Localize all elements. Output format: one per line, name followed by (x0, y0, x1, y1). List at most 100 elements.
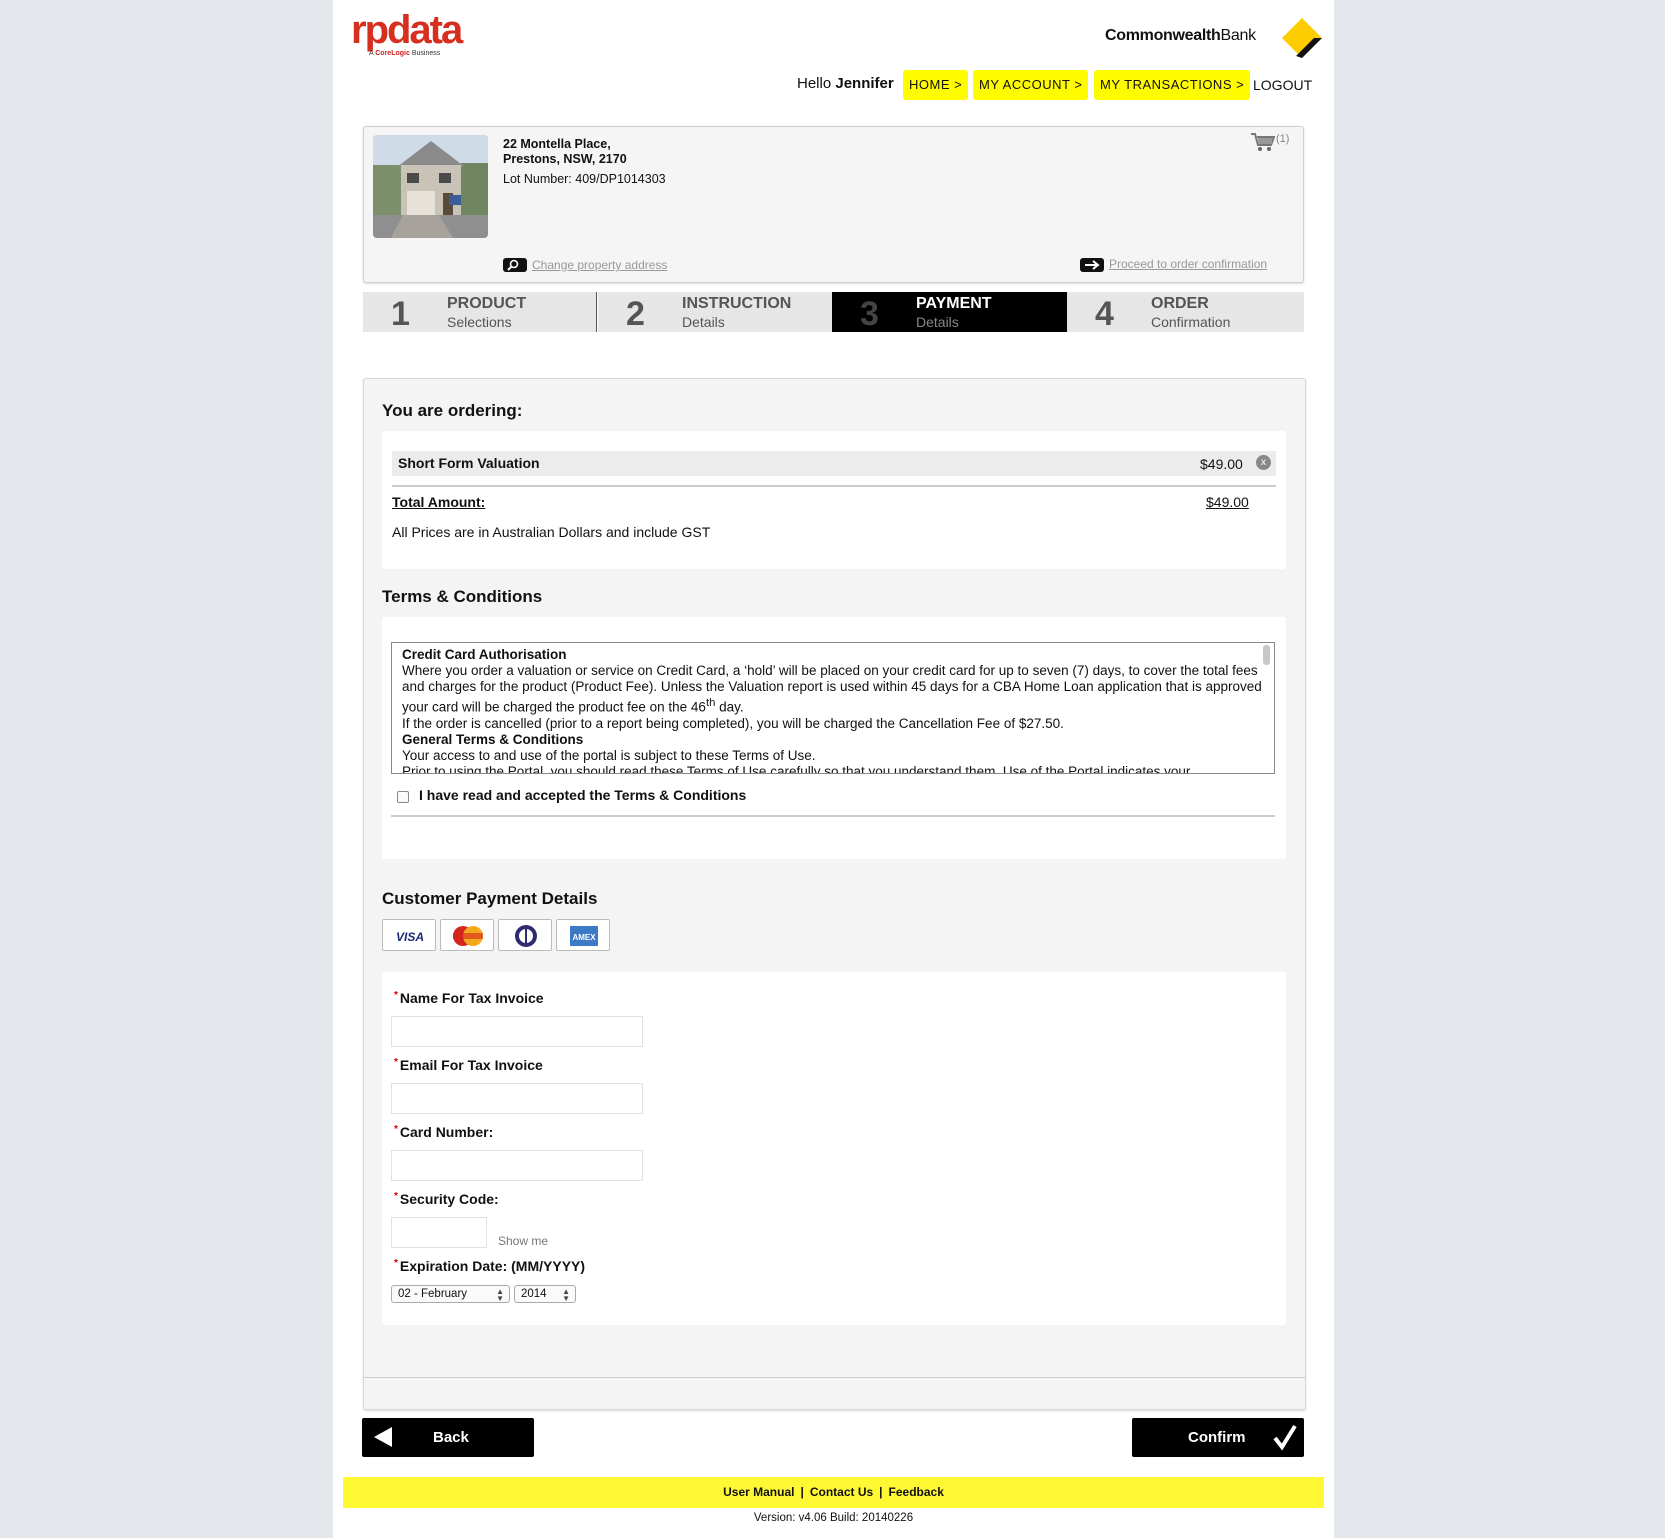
step-subtitle: Selections (447, 314, 512, 330)
general-terms-heading: General Terms & Conditions (402, 731, 584, 747)
label-text: Name For Tax Invoice (399, 990, 544, 1006)
select-arrows-icon: ▲ ▼ (562, 1287, 570, 1303)
nav-my-account-button[interactable]: MY ACCOUNT > (973, 70, 1089, 100)
general-terms-text-2: Prior to using the Portal, you should re… (402, 763, 1191, 774)
terms-scroll-box[interactable]: Credit Card Authorisation Where you orde… (391, 642, 1275, 774)
step-title: PRODUCT (447, 295, 527, 312)
name-for-tax-invoice-input[interactable] (391, 1016, 643, 1047)
property-panel: 22 Montella Place, Prestons, NSW, 2170 L… (363, 126, 1304, 283)
order-item-row: Short Form Valuation $49.00 x (392, 451, 1276, 476)
order-item-price: $49.00 (1200, 456, 1243, 472)
property-lot-number: Lot Number: 409/DP1014303 (503, 172, 666, 186)
property-address-line1: 22 Montella Place, (503, 137, 611, 151)
card-number-input[interactable] (391, 1150, 643, 1181)
nav-my-transactions-button[interactable]: MY TRANSACTIONS > (1094, 70, 1251, 100)
logout-link[interactable]: LOGOUT (1253, 77, 1312, 93)
general-terms-text-1: Your access to and use of the portal is … (402, 747, 816, 763)
cc-text-part2: day. (715, 699, 744, 715)
version-info: Version: v4.06 Build: 20140226 (753, 1512, 914, 1524)
cart-count: (1) (1276, 133, 1290, 145)
email-for-tax-invoice-input[interactable] (391, 1083, 643, 1114)
step-order-confirmation: 4 ORDER Confirmation (1067, 292, 1304, 333)
required-marker: * (394, 1258, 398, 1269)
required-marker: * (394, 990, 398, 1001)
total-amount-value: $49.00 (1206, 494, 1249, 510)
expiry-year-value: 2014 (521, 1288, 547, 1300)
mastercard-icon[interactable] (440, 919, 494, 951)
step-title: INSTRUCTION (682, 295, 792, 312)
bank-name-light: Bank (1220, 27, 1257, 44)
show-me-link[interactable]: Show me (498, 1234, 548, 1248)
payment-form: * Name For Tax Invoice * Email For Tax Inv… (382, 972, 1286, 1325)
cc-authorisation-text: Where you order a valuation or service o… (402, 663, 1264, 716)
step-number: 2 (626, 295, 645, 333)
accept-terms-label[interactable]: I have read and accepted the Terms & Con… (419, 787, 746, 803)
bank-name-bold: Commonwealth (1105, 27, 1221, 44)
select-arrows-icon: ▲ ▼ (496, 1287, 504, 1303)
label-text: Security Code: (399, 1191, 499, 1207)
payment-panel: You are ordering: Short Form Valuation $… (363, 378, 1306, 1410)
label-text: Card Number: (399, 1124, 494, 1140)
terms-section: Credit Card Authorisation Where you orde… (382, 617, 1286, 859)
step-number: 4 (1095, 295, 1114, 333)
step-title: ORDER (1151, 295, 1209, 312)
step-number: 1 (391, 295, 410, 333)
expiry-year-select[interactable]: 2014 ▲ ▼ (514, 1285, 576, 1303)
step-subtitle: Details (916, 314, 959, 330)
required-marker: * (394, 1057, 398, 1068)
remove-item-icon[interactable]: x (1256, 455, 1271, 470)
payment-details-heading: Customer Payment Details (382, 889, 598, 908)
proceed-to-order-confirmation-link[interactable]: Proceed to order confirmation (1109, 257, 1267, 271)
label-text: Expiration Date: (MM/YYYY) (399, 1258, 586, 1274)
step-number: 3 (860, 295, 879, 333)
tagline-prefix: A (369, 50, 374, 57)
feedback-link[interactable]: Feedback (889, 1485, 944, 1499)
greeting: Hello Jennifer (797, 75, 894, 92)
change-property-address-link[interactable]: Change property address (532, 258, 667, 272)
prices-note: All Prices are in Australian Dollars and… (392, 524, 711, 540)
step-payment-details-active: 3 PAYMENT Details (832, 292, 1067, 333)
greeting-text: Hello (797, 75, 832, 92)
security-code-input[interactable] (391, 1217, 487, 1248)
expiration-date-label: * Expiration Date: (MM/YYYY) (394, 1258, 585, 1274)
arrow-left-icon (374, 1427, 392, 1447)
back-button[interactable]: Back (362, 1418, 534, 1457)
required-marker: * (394, 1191, 398, 1202)
arrow-right-icon[interactable] (1080, 258, 1104, 272)
rpdata-logo[interactable]: rpdata (351, 10, 463, 50)
user-manual-link[interactable]: User Manual (723, 1485, 794, 1499)
amex-card-icon[interactable]: AMEX (556, 919, 610, 951)
footer-separator: | (800, 1485, 804, 1499)
diners-club-icon[interactable] (498, 919, 552, 951)
name-for-tax-invoice-label: * Name For Tax Invoice (394, 990, 544, 1006)
footer-separator: | (879, 1485, 883, 1499)
email-for-tax-invoice-label: * Email For Tax Invoice (394, 1057, 543, 1073)
svg-text:VISA: VISA (396, 930, 424, 944)
scrollbar-thumb[interactable] (1263, 645, 1270, 665)
cancellation-text: If the order is cancelled (prior to a re… (402, 715, 1064, 731)
accept-terms-checkbox[interactable] (397, 791, 409, 803)
search-icon[interactable] (503, 258, 527, 272)
corelogic-tagline: A CoreLogic Business (369, 50, 440, 57)
step-subtitle: Details (682, 314, 725, 330)
property-photo (373, 135, 488, 238)
footer-links: User Manual | Contact Us | Feedback (343, 1477, 1324, 1508)
divider (391, 815, 1275, 817)
nav-home-button[interactable]: HOME > (903, 70, 969, 100)
step-product-selections[interactable]: 1 PRODUCT Selections (363, 292, 597, 333)
confirm-button[interactable]: Confirm (1132, 1418, 1304, 1457)
property-address-line2: Prestons, NSW, 2170 (503, 152, 627, 166)
tagline-brand: CoreLogic (375, 50, 410, 57)
shopping-cart-icon[interactable] (1250, 132, 1276, 152)
tagline-suffix: Business (411, 50, 441, 57)
expiry-month-select[interactable]: 02 - February ▲ ▼ (391, 1285, 510, 1303)
checkmark-icon (1273, 1424, 1297, 1451)
total-amount-label: Total Amount: (392, 494, 486, 510)
divider (364, 1377, 1305, 1378)
visa-card-icon[interactable]: VISA (382, 919, 436, 951)
page: rpdata A CoreLogic Business Commonwealth… (333, 0, 1334, 1538)
contact-us-link[interactable]: Contact Us (810, 1485, 873, 1499)
cc-text-part1: Where you order a valuation or service o… (402, 663, 1262, 715)
step-instruction-details[interactable]: 2 INSTRUCTION Details (598, 292, 832, 333)
cba-diamond-icon (1282, 18, 1322, 58)
